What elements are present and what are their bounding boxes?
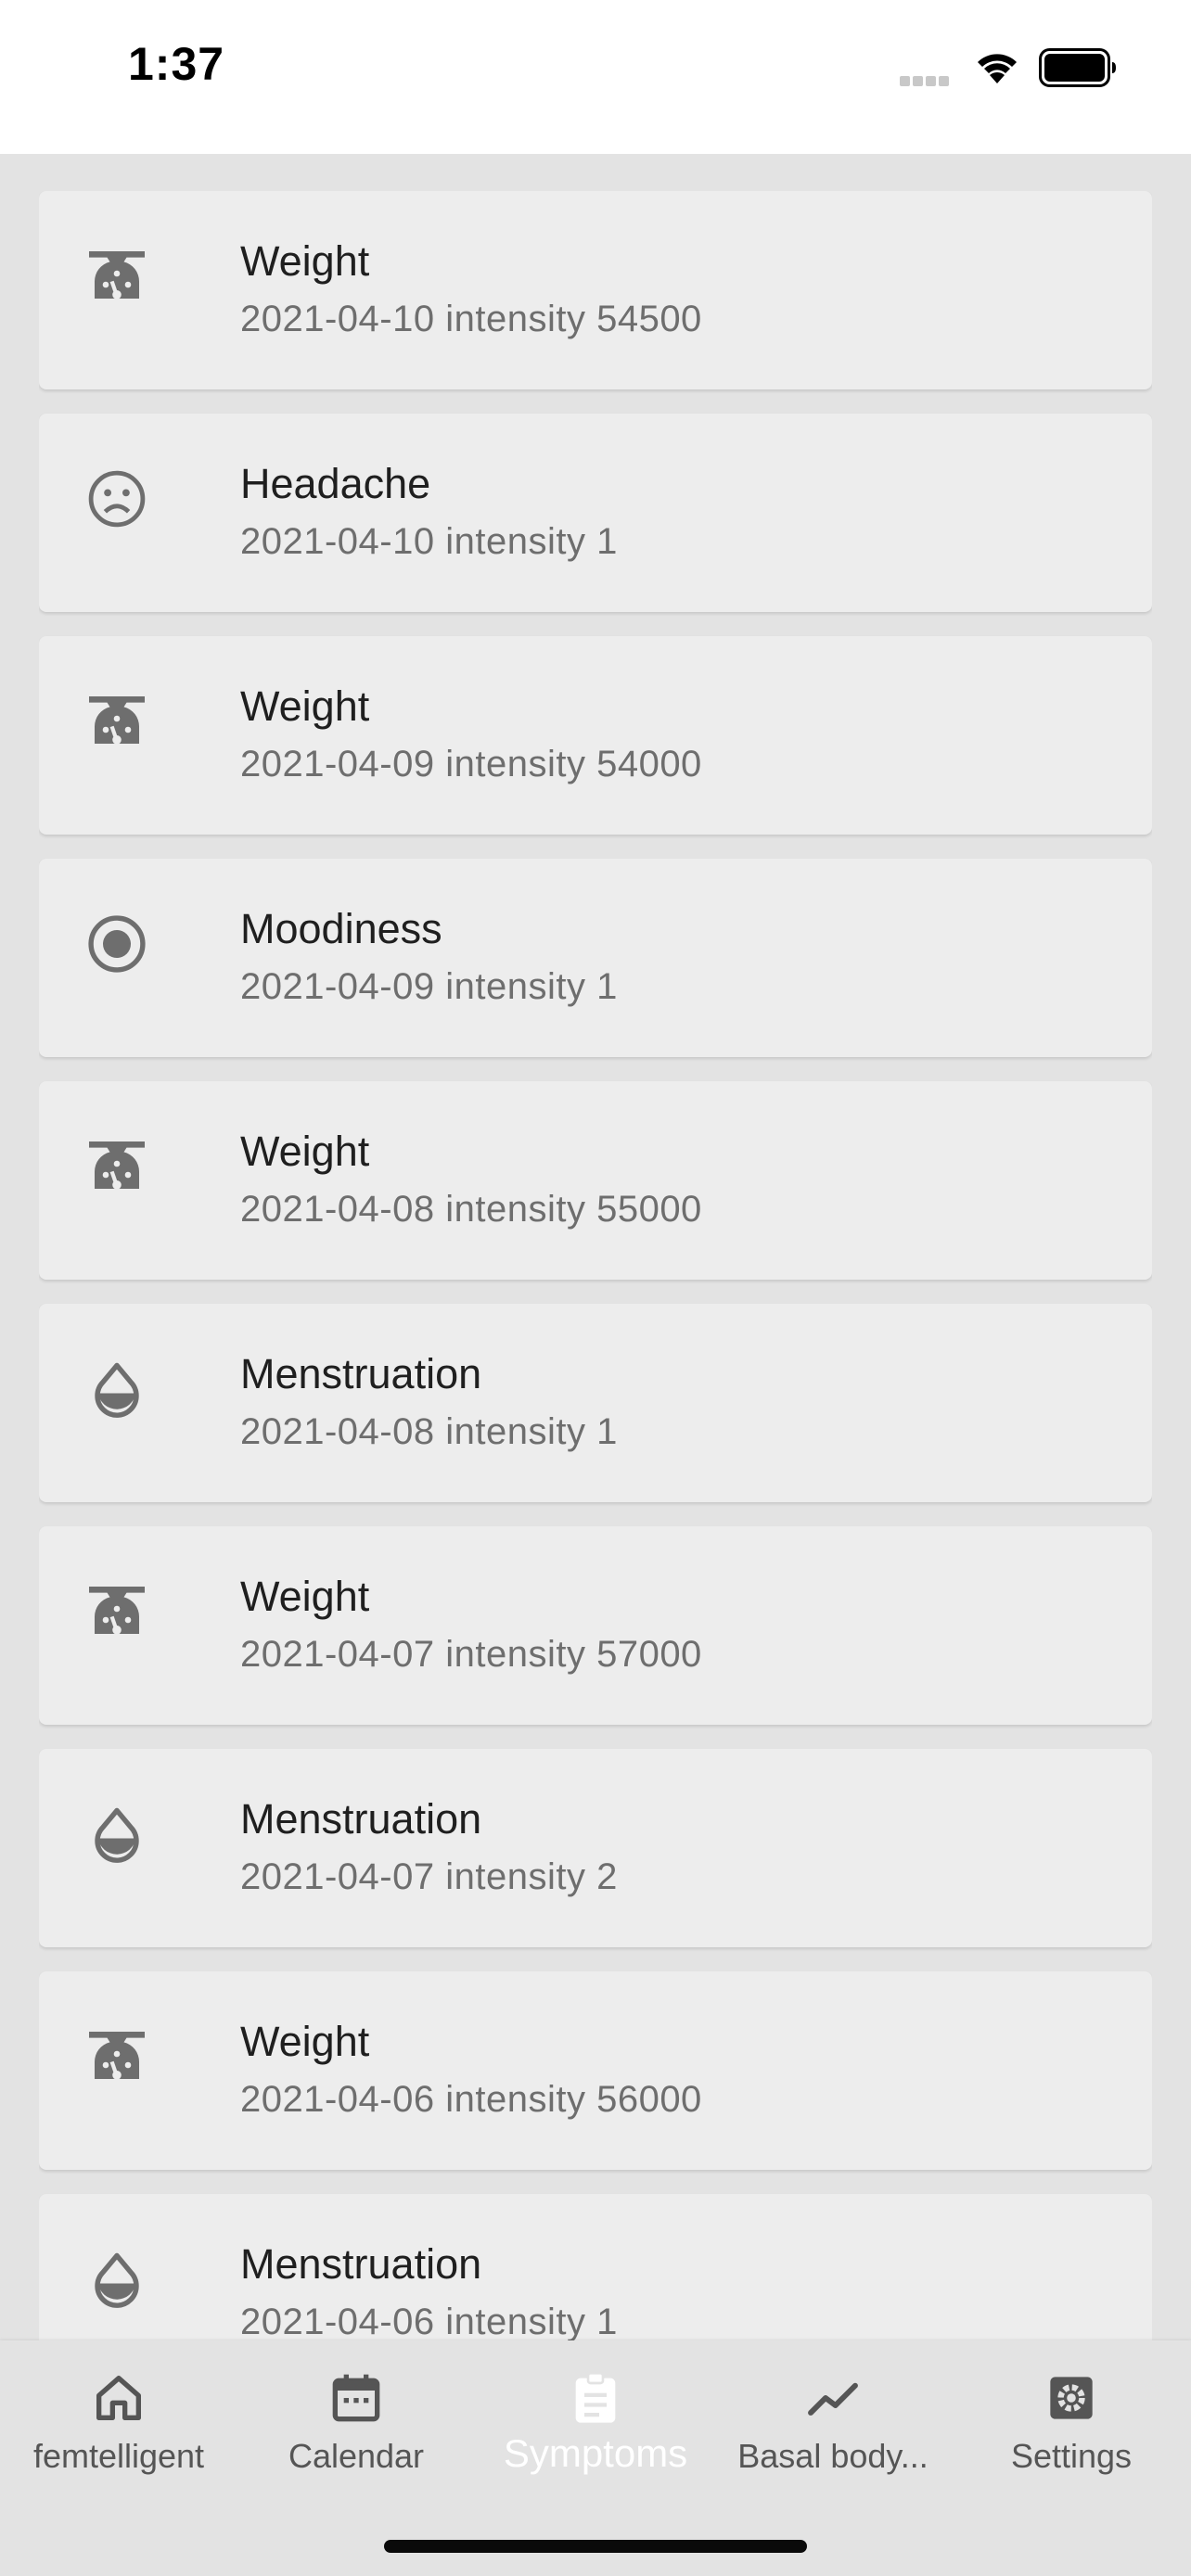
status-bar: 1:37 [0,0,1191,154]
record-subtitle: 2021-04-06 intensity 56000 [240,2079,702,2120]
scale-icon [83,1133,150,1200]
symptom-record-card[interactable]: Weight 2021-04-08 intensity 55000 [39,1081,1152,1280]
record-title: Weight [240,1573,370,1620]
record-subtitle: 2021-04-10 intensity 54500 [240,299,702,339]
scale-icon [83,1578,150,1645]
battery-icon [1039,48,1116,87]
record-title: Moodiness [240,905,442,952]
record-subtitle: 2021-04-09 intensity 54000 [240,744,702,784]
record-subtitle: 2021-04-08 intensity 55000 [240,1189,702,1230]
scale-icon [83,2023,150,2090]
symptom-record-card[interactable]: Menstruation 2021-04-07 intensity 2 [39,1749,1152,1947]
symptom-record-card[interactable]: Weight 2021-04-10 intensity 54500 [39,191,1152,389]
record-subtitle: 2021-04-07 intensity 2 [240,1856,618,1897]
tab-label: femtelligent [32,2437,205,2475]
settings-icon [1042,2368,1101,2428]
symptom-record-card[interactable]: Weight 2021-04-06 intensity 56000 [39,1971,1152,2170]
record-title: Menstruation [240,2240,482,2288]
home-indicator [384,2540,807,2553]
sad-face-icon [83,465,150,532]
symptom-record-card[interactable]: Menstruation 2021-04-08 intensity 1 [39,1304,1152,1502]
tab-label: Calendar [288,2437,425,2475]
record-title: Weight [240,1128,370,1175]
symptom-record-card[interactable]: Menstruation 2021-04-06 intensity 1 [39,2194,1152,2340]
scale-icon [83,688,150,755]
record-title: Menstruation [240,1795,482,1843]
record-title: Weight [240,682,370,730]
tab-label: Settings [1010,2437,1133,2475]
record-subtitle: 2021-04-10 intensity 1 [240,521,618,562]
calendar-icon [327,2368,386,2428]
clipboard-icon [566,2368,625,2428]
radio-button-icon [83,911,150,977]
drop-icon [83,2246,150,2313]
status-time: 1:37 [128,38,225,90]
symptom-record-card[interactable]: Moodiness 2021-04-09 intensity 1 [39,859,1152,1057]
record-subtitle: 2021-04-07 intensity 57000 [240,1634,702,1675]
tab-label: Basal body... [737,2437,928,2475]
tab-calendar[interactable]: Calendar [237,2368,475,2507]
wifi-icon [978,54,1017,83]
cellular-signal-icon [900,74,952,91]
record-subtitle: 2021-04-09 intensity 1 [240,966,618,1007]
tab-femtelligent[interactable]: femtelligent [0,2368,237,2507]
symptom-record-card[interactable]: Headache 2021-04-10 intensity 1 [39,414,1152,612]
record-title: Menstruation [240,1350,482,1397]
record-title: Headache [240,460,431,507]
tab-settings[interactable]: Settings [953,2368,1190,2507]
record-subtitle: 2021-04-08 intensity 1 [240,1411,618,1452]
tab-basal-body[interactable]: Basal body... [714,2368,952,2507]
tab-label: Symptoms [503,2431,688,2475]
drop-icon [83,1356,150,1422]
trend-line-icon [803,2368,863,2428]
home-icon [89,2368,148,2428]
symptom-record-card[interactable]: Weight 2021-04-07 intensity 57000 [39,1526,1152,1725]
tab-symptoms[interactable]: Symptoms [477,2368,714,2507]
symptom-list[interactable]: Weight 2021-04-10 intensity 54500 Headache… [39,191,1152,2340]
record-subtitle: 2021-04-06 intensity 1 [240,2302,618,2340]
record-title: Weight [240,2018,370,2065]
symptom-record-card[interactable]: Weight 2021-04-09 intensity 54000 [39,636,1152,835]
record-title: Weight [240,237,370,285]
scale-icon [83,243,150,310]
drop-icon [83,1801,150,1868]
